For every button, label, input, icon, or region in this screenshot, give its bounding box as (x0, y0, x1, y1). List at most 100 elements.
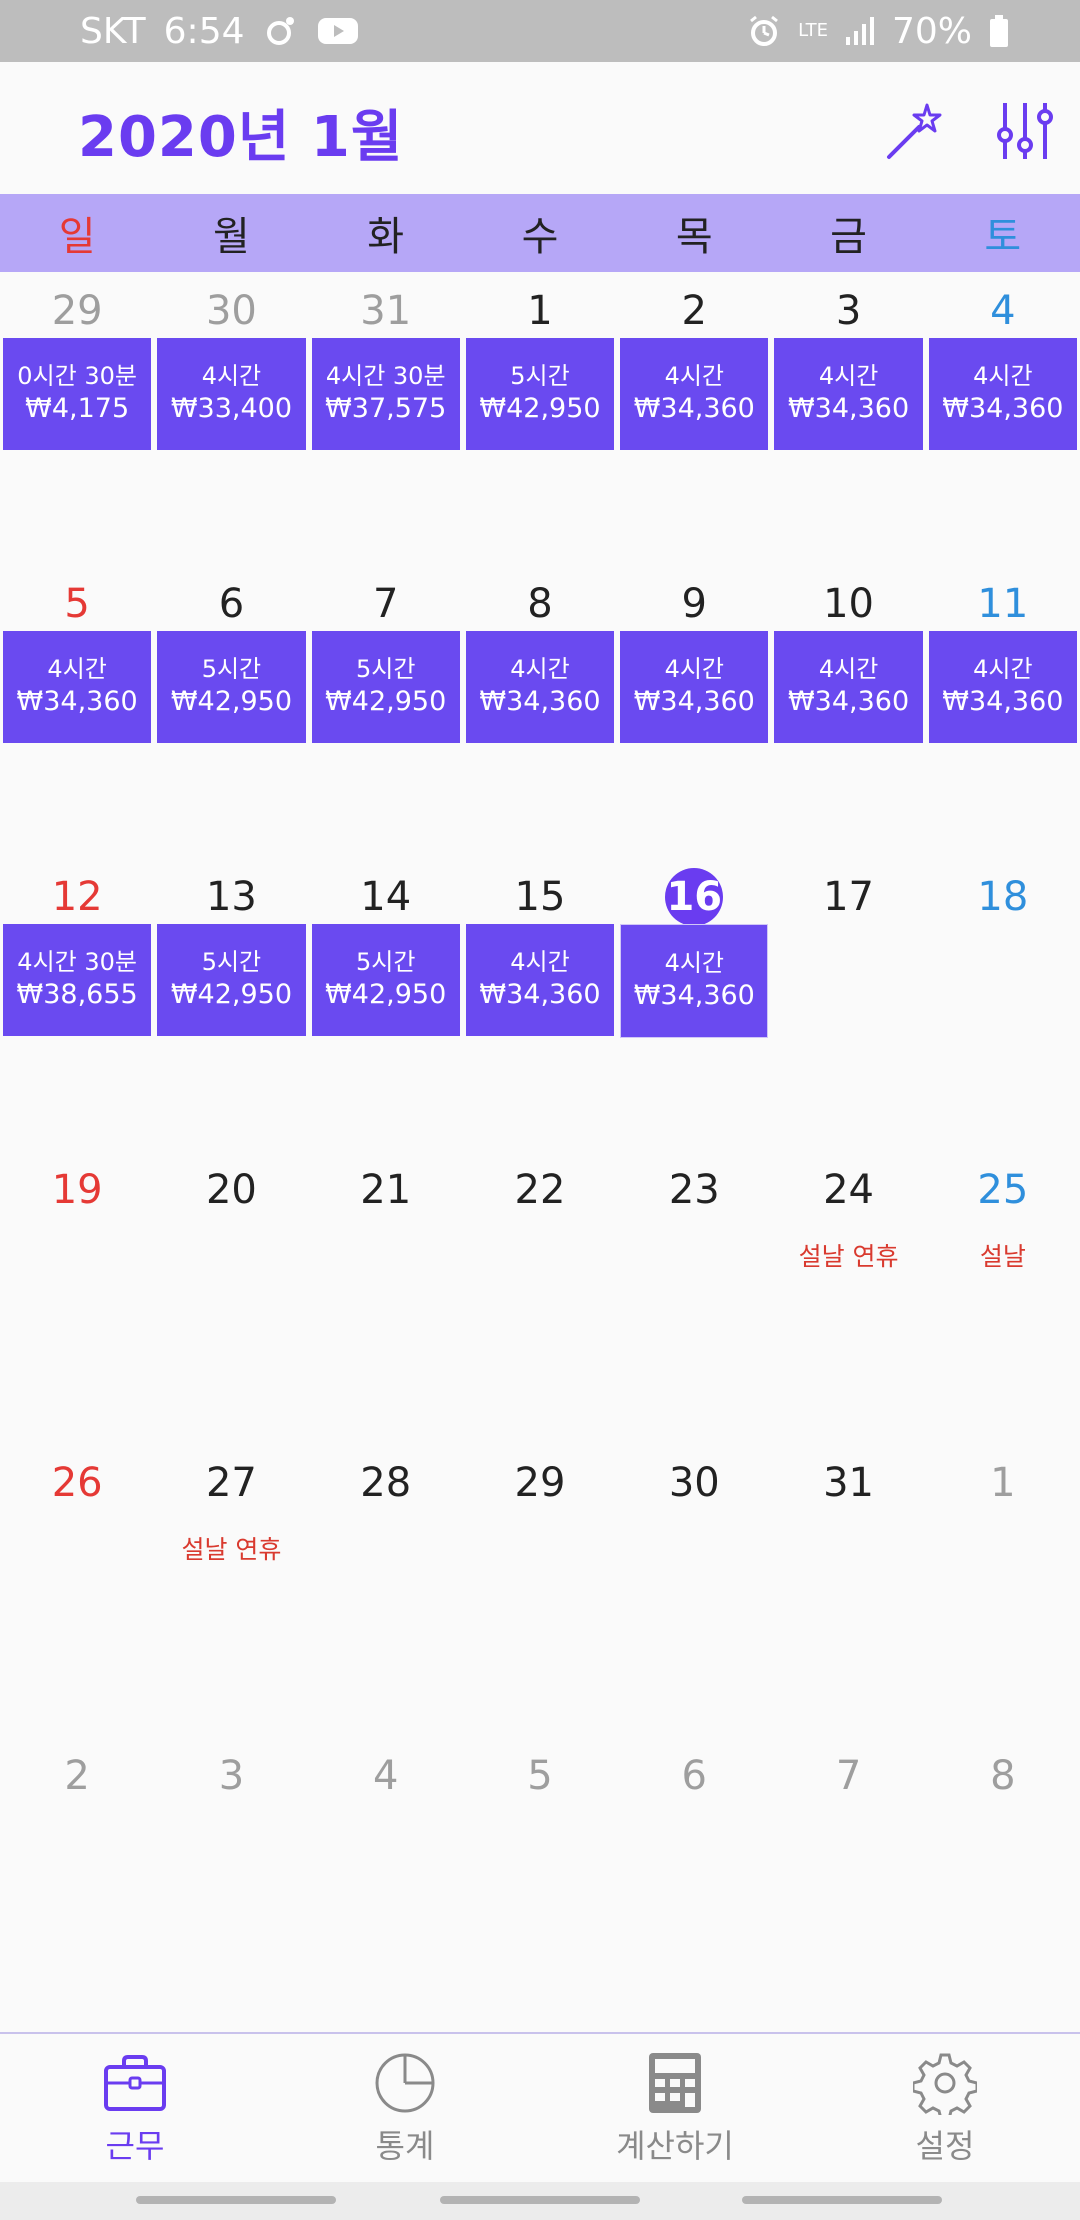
work-entry[interactable]: 4시간 ₩34,360 (774, 338, 923, 450)
day-number: 2 (681, 288, 707, 334)
calendar-day-cell[interactable]: 25 설날 (926, 1151, 1080, 1444)
day-number: 1 (990, 1460, 1016, 1506)
day-number: 3 (835, 288, 862, 334)
work-hours: 4시간 (201, 362, 262, 390)
work-entry[interactable]: 4시간 30분 ₩37,575 (311, 338, 460, 450)
calendar-day-cell[interactable]: 1 5시간 ₩42,950 (463, 272, 617, 565)
calendar-day-cell[interactable]: 4 4시간 ₩34,360 (926, 272, 1080, 565)
calendar-day-cell[interactable]: 1 (926, 1444, 1080, 1737)
gesture-pill-center[interactable] (440, 2196, 640, 2204)
battery-percent-label: 70% (891, 10, 972, 52)
day-number: 9 (681, 581, 707, 627)
calendar-day-cell[interactable]: 8 4시간 ₩34,360 (463, 565, 617, 858)
calendar-day-cell[interactable]: 18 (926, 858, 1080, 1151)
calendar-day-cell[interactable]: 13 5시간 ₩42,950 (154, 858, 308, 1151)
day-number: 20 (205, 1167, 257, 1213)
work-entry[interactable]: 4시간 ₩34,360 (928, 631, 1077, 743)
calendar-day-cell[interactable]: 10 4시간 ₩34,360 (771, 565, 925, 858)
work-entry[interactable]: 5시간 ₩42,950 (311, 631, 460, 743)
calendar-day-cell[interactable]: 31 (771, 1444, 925, 1737)
calendar-day-cell[interactable]: 20 (154, 1151, 308, 1444)
gesture-pill-right[interactable] (742, 2196, 942, 2204)
weekday-header: 일 월 화 수 목 금 토 (0, 194, 1080, 272)
work-wage: ₩34,360 (633, 393, 755, 424)
calendar-day-cell[interactable]: 21 (309, 1151, 463, 1444)
sliders-icon (997, 103, 1053, 159)
calendar-day-cell[interactable]: 2 (0, 1737, 154, 2030)
day-number: 5 (527, 1753, 553, 1799)
calendar-day-cell[interactable]: 7 5시간 ₩42,950 (309, 565, 463, 858)
calendar-day-cell[interactable]: 31 4시간 30분 ₩37,575 (309, 272, 463, 565)
day-number: 25 (977, 1167, 1029, 1213)
work-wage: ₩34,360 (787, 393, 910, 424)
calendar-day-cell[interactable]: 2 4시간 ₩34,360 (617, 272, 771, 565)
app-notification-icon (263, 13, 299, 49)
work-entry[interactable]: 4시간 ₩33,400 (157, 338, 306, 450)
work-wage: ₩42,950 (170, 979, 292, 1010)
calendar-day-cell[interactable]: 8 (926, 1737, 1080, 2030)
nav-calculator[interactable]: 계산하기 (540, 2034, 810, 2184)
work-entry[interactable]: 4시간 ₩34,360 (3, 631, 152, 743)
calendar-day-cell[interactable]: 4 (309, 1737, 463, 2030)
magic-wand-button[interactable] (880, 96, 950, 166)
calendar-day-cell[interactable]: 3 (154, 1737, 308, 2030)
calendar-day-cell[interactable]: 30 4시간 ₩33,400 (154, 272, 308, 565)
nav-statistics[interactable]: 통계 (270, 2034, 540, 2184)
day-number: 30 (205, 288, 257, 334)
calendar-day-cell[interactable]: 16 4시간 ₩34,360 (617, 858, 771, 1151)
work-entry[interactable]: 0시간 30분 ₩4,175 (3, 338, 152, 450)
holiday-label: 설날 연휴 (798, 1242, 899, 1271)
work-entry[interactable]: 4시간 ₩34,360 (465, 631, 615, 743)
gesture-pill-left[interactable] (136, 2196, 336, 2204)
calendar-day-cell[interactable]: 28 (309, 1444, 463, 1737)
work-entry[interactable]: 4시간 ₩34,360 (465, 924, 615, 1036)
calendar-day-cell[interactable]: 22 (463, 1151, 617, 1444)
month-title[interactable]: 2020년 1월 (78, 92, 403, 173)
calendar-day-cell[interactable]: 23 (617, 1151, 771, 1444)
clock-label: 6:54 (163, 10, 245, 52)
nav-settings[interactable]: 설정 (810, 2034, 1080, 2184)
briefcase-icon (100, 2051, 170, 2115)
work-entry[interactable]: 4시간 ₩34,360 (774, 631, 923, 743)
work-entry[interactable]: 4시간 ₩34,360 (620, 924, 769, 1038)
calendar-day-cell[interactable]: 30 (617, 1444, 771, 1737)
calendar-day-cell[interactable]: 14 5시간 ₩42,950 (309, 858, 463, 1151)
calendar-day-cell[interactable]: 6 5시간 ₩42,950 (154, 565, 308, 858)
work-hours: 4시간 (818, 362, 879, 390)
work-entry[interactable]: 4시간 30분 ₩38,655 (3, 924, 152, 1036)
calendar-day-cell[interactable]: 7 (771, 1737, 925, 2030)
calendar-day-cell[interactable]: 5 4시간 ₩34,360 (0, 565, 154, 858)
filter-settings-button[interactable] (990, 96, 1060, 166)
day-number: 28 (360, 1460, 412, 1506)
calendar-day-cell[interactable]: 3 4시간 ₩34,360 (771, 272, 925, 565)
work-entry[interactable]: 5시간 ₩42,950 (157, 631, 306, 743)
calendar-day-cell[interactable]: 29 0시간 30분 ₩4,175 (0, 272, 154, 565)
calendar-day-cell[interactable]: 29 (463, 1444, 617, 1737)
calendar-day-cell[interactable]: 5 (463, 1737, 617, 2030)
calendar-day-cell[interactable]: 17 (771, 858, 925, 1151)
work-entry[interactable]: 4시간 ₩34,360 (620, 631, 769, 743)
day-number: 31 (360, 288, 412, 334)
calendar-day-cell[interactable]: 15 4시간 ₩34,360 (463, 858, 617, 1151)
work-entry[interactable]: 5시간 ₩42,950 (465, 338, 615, 450)
app-root: SKT 6:54 LTE 70% 2020년 1월 일 월 화 수 목 금 토 … (0, 0, 1080, 2220)
calendar-day-cell[interactable]: 26 (0, 1444, 154, 1737)
work-entry[interactable]: 4시간 ₩34,360 (620, 338, 769, 450)
work-entry[interactable]: 5시간 ₩42,950 (311, 924, 460, 1036)
calendar-day-cell[interactable]: 19 (0, 1151, 154, 1444)
calendar-grid: 29 0시간 30분 ₩4,175 30 4시간 ₩33,400 31 4시간 30분 ₩37,… (0, 272, 1080, 2032)
day-number: 24 (823, 1167, 875, 1213)
work-entry[interactable]: 5시간 ₩42,950 (157, 924, 306, 1036)
work-hours: 4시간 (47, 655, 107, 683)
work-wage: ₩33,400 (170, 393, 292, 424)
calendar-day-cell[interactable]: 12 4시간 30분 ₩38,655 (0, 858, 154, 1151)
calendar-day-cell[interactable]: 9 4시간 ₩34,360 (617, 565, 771, 858)
calendar-day-cell[interactable]: 11 4시간 ₩34,360 (926, 565, 1080, 858)
calendar-day-cell[interactable]: 27 설날 연휴 (154, 1444, 308, 1737)
work-wage: ₩38,655 (16, 979, 138, 1010)
calendar-day-cell[interactable]: 6 (617, 1737, 771, 2030)
calendar-day-cell[interactable]: 24 설날 연휴 (771, 1151, 925, 1444)
nav-work[interactable]: 근무 (0, 2034, 270, 2184)
work-entry[interactable]: 4시간 ₩34,360 (928, 338, 1077, 450)
today-date-number: 16 (617, 866, 771, 928)
